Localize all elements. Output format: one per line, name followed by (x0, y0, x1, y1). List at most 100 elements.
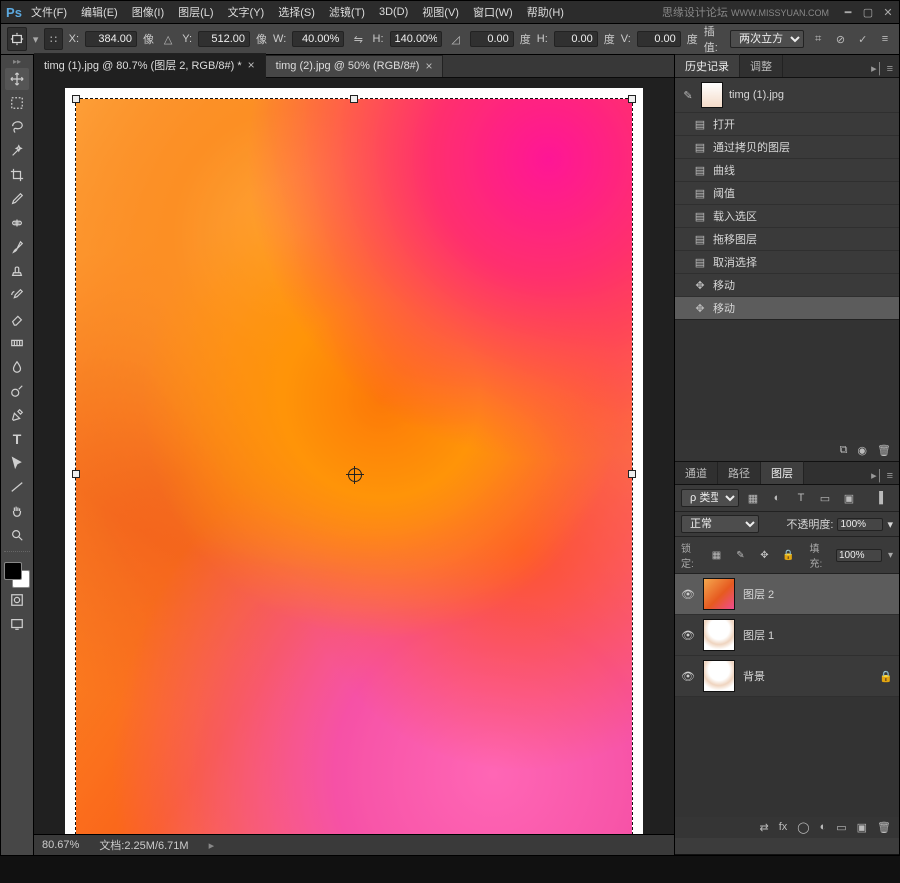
history-item[interactable]: ✥移动 (675, 296, 899, 319)
transform-handle-tl[interactable] (72, 95, 80, 103)
menu-select[interactable]: 选择(S) (272, 2, 321, 22)
create-document-icon[interactable]: ⧉ (840, 444, 848, 457)
blur-tool[interactable] (5, 356, 29, 378)
layer-filter-type[interactable]: ρ 类型 (681, 489, 739, 507)
layer-thumbnail[interactable] (703, 578, 735, 610)
visibility-eye-icon[interactable]: 👁 (681, 629, 695, 642)
status-chevron-icon[interactable]: ▸ (209, 839, 215, 852)
visibility-eye-icon[interactable]: 👁 (681, 588, 695, 601)
history-item[interactable]: ✥移动 (675, 273, 899, 296)
menu-3d[interactable]: 3D(D) (373, 4, 414, 20)
transform-handle-l[interactable] (72, 470, 80, 478)
dodge-tool[interactable] (5, 380, 29, 402)
chevron-down-icon[interactable]: ▾ (888, 550, 893, 561)
eyedropper-tool[interactable] (5, 188, 29, 210)
healing-brush-tool[interactable] (5, 212, 29, 234)
filter-adjust-icon[interactable]: ◐ (767, 488, 787, 508)
history-brush-tool[interactable] (5, 284, 29, 306)
panel-menu-icon[interactable]: ▸│ ≡ (865, 467, 899, 484)
trash-icon[interactable]: 🗑 (877, 821, 891, 834)
tools-grip-icon[interactable]: ▸▸ (13, 59, 21, 65)
color-swatches[interactable] (4, 562, 30, 588)
type-tool[interactable]: T (5, 428, 29, 450)
menu-type[interactable]: 文字(Y) (222, 2, 271, 22)
layer-row[interactable]: 👁图层 1 (675, 615, 899, 656)
history-item[interactable]: ▤载入选区 (675, 204, 899, 227)
create-snapshot-icon[interactable]: ◉ (857, 444, 867, 457)
layer-thumbnail[interactable] (703, 660, 735, 692)
lock-all-icon[interactable]: 🔒 (780, 545, 798, 565)
history-item[interactable]: ▤阈值 (675, 181, 899, 204)
filter-toggle-icon[interactable]: ▌ (873, 488, 893, 508)
menu-view[interactable]: 视图(V) (416, 2, 465, 22)
layer-row[interactable]: 👁背景🔒 (675, 656, 899, 697)
minimize-icon[interactable]: ━ (841, 6, 855, 18)
path-selection-tool[interactable] (5, 452, 29, 474)
lock-position-brush-icon[interactable]: ✎ (732, 545, 750, 565)
w-input[interactable] (292, 31, 344, 47)
commit-transform-icon[interactable]: ✓ (855, 29, 871, 49)
transform-pivot-icon[interactable] (348, 468, 362, 482)
group-icon[interactable]: ▭ (836, 821, 846, 834)
pen-tool[interactable] (5, 404, 29, 426)
opacity-input[interactable] (837, 518, 883, 531)
transform-handle-tr[interactable] (628, 95, 636, 103)
menu-image[interactable]: 图像(I) (126, 2, 170, 22)
clone-stamp-tool[interactable] (5, 260, 29, 282)
canvas[interactable] (65, 88, 643, 834)
foreground-color-swatch[interactable] (4, 562, 22, 580)
layer-style-icon[interactable]: fx (779, 821, 788, 834)
vskew-input[interactable] (637, 31, 681, 47)
history-item[interactable]: ▤打开 (675, 112, 899, 135)
status-zoom[interactable]: 80.67% (42, 839, 79, 851)
transform-bounds[interactable] (75, 98, 633, 834)
tab-adjustments[interactable]: 调整 (740, 55, 783, 77)
canvas-viewport[interactable] (34, 78, 674, 834)
fill-input[interactable] (836, 549, 882, 562)
menu-edit[interactable]: 编辑(E) (75, 2, 124, 22)
layer-row[interactable]: 👁 图层 2 (675, 574, 899, 615)
document-tab-1[interactable]: timg (1).jpg @ 80.7% (图层 2, RGB/8#) * × (34, 53, 266, 78)
eraser-tool[interactable] (5, 308, 29, 330)
angle-input[interactable] (470, 31, 514, 47)
menu-file[interactable]: 文件(F) (25, 2, 73, 22)
free-transform-tool-icon[interactable] (7, 27, 27, 51)
panel-menu-icon[interactable]: ≡ (877, 29, 893, 49)
blend-mode-select[interactable]: 正常 (681, 515, 759, 533)
maximize-icon[interactable]: ▢ (861, 6, 875, 18)
move-tool[interactable] (5, 68, 29, 90)
filter-pixel-icon[interactable]: ▦ (743, 488, 763, 508)
menu-help[interactable]: 帮助(H) (521, 2, 570, 22)
layer-name[interactable]: 图层 2 (743, 586, 893, 602)
aspect-lock-icon[interactable]: ⇋ (350, 29, 366, 49)
history-item[interactable]: ▤通过拷贝的图层 (675, 135, 899, 158)
close-tab-icon[interactable]: × (425, 59, 432, 73)
tab-channels[interactable]: 通道 (675, 462, 718, 484)
h-input[interactable] (390, 31, 442, 47)
tab-layers[interactable]: 图层 (761, 461, 804, 484)
menu-filter[interactable]: 滤镜(T) (323, 2, 371, 22)
history-item[interactable]: ▤拖移图层 (675, 227, 899, 250)
tab-paths[interactable]: 路径 (718, 462, 761, 484)
lasso-tool[interactable] (5, 116, 29, 138)
filter-smart-icon[interactable]: ▣ (839, 488, 859, 508)
history-item[interactable]: ▤取消选择 (675, 250, 899, 273)
cancel-transform-icon[interactable]: ⊘ (832, 29, 848, 49)
status-doc-size[interactable]: 文档:2.25M/6.71M (99, 837, 188, 853)
link-layers-icon[interactable]: ⇄ (759, 821, 768, 834)
history-item[interactable]: ▤曲线 (675, 158, 899, 181)
lock-pixels-icon[interactable]: ▦ (708, 545, 726, 565)
quickmask-tool[interactable] (5, 589, 29, 611)
chevron-down-icon[interactable]: ▾ (33, 33, 39, 46)
adjustment-layer-icon[interactable]: ◐ (820, 821, 827, 834)
transform-handle-t[interactable] (350, 95, 358, 103)
hand-tool[interactable] (5, 500, 29, 522)
filter-type-icon[interactable]: T (791, 488, 811, 508)
panel-menu-icon[interactable]: ▸│ ≡ (865, 60, 899, 77)
reference-point-icon[interactable]: ∷ (44, 28, 62, 50)
tab-history[interactable]: 历史记录 (675, 54, 740, 77)
crop-tool[interactable] (5, 164, 29, 186)
history-snapshot-row[interactable]: ✎ timg (1).jpg (675, 78, 899, 112)
chevron-down-icon[interactable]: ▾ (887, 518, 893, 531)
layer-thumbnail[interactable] (703, 619, 735, 651)
